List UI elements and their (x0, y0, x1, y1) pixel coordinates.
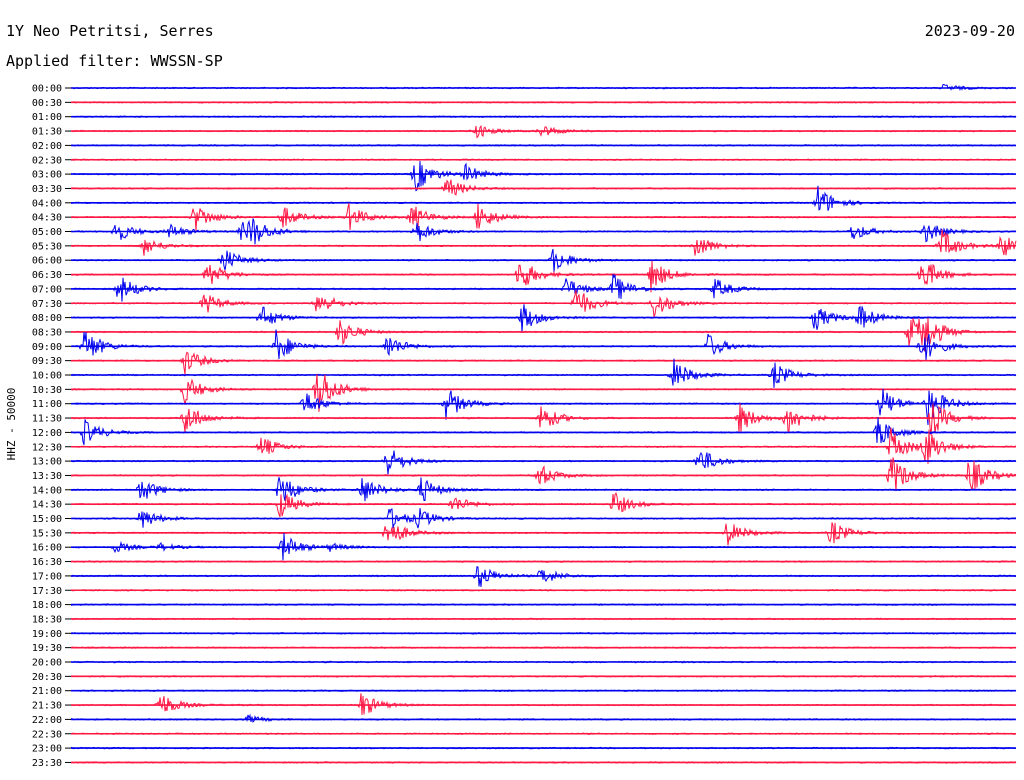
trace-line-0900 (71, 329, 1017, 361)
trace-line-0530 (70, 229, 1017, 256)
row-time-label: 15:00 (32, 514, 62, 525)
row-time-label: 20:30 (32, 672, 62, 683)
trace-line-1200 (70, 417, 1017, 446)
row-time-label: 09:30 (32, 356, 62, 367)
row-time-label: 10:00 (32, 371, 62, 382)
filter-label: Applied filter: WWSSN-SP (6, 52, 223, 70)
row-time-label: 05:30 (32, 241, 62, 252)
row-time-label: 20:00 (32, 658, 62, 669)
row-time-label: 04:00 (32, 198, 62, 209)
row-time-label: 14:30 (32, 500, 62, 511)
record-date: 2023-09-20 (925, 22, 1015, 40)
trace-line-2200 (70, 713, 1016, 723)
row-time-label: 10:30 (32, 385, 62, 396)
row-time-label: 16:00 (32, 543, 62, 554)
row-time-label: 00:00 (32, 84, 62, 95)
row-time-label: 01:00 (32, 112, 62, 123)
row-time-label: 01:30 (32, 127, 62, 138)
trace-line-2130 (70, 693, 1017, 716)
row-time-label: 22:00 (32, 715, 62, 726)
row-time-label: 22:30 (32, 729, 62, 740)
row-time-label: 12:00 (32, 428, 62, 439)
row-time-label: 08:00 (32, 313, 62, 324)
trace-line-1530 (70, 522, 1017, 546)
row-time-label: 02:00 (32, 141, 62, 152)
trace-line-0300 (70, 160, 1017, 192)
helicorder-chart: 1Y Neo Petritsi, Serres 2023-09-20 Appli… (5, 22, 1017, 769)
row-time-label: 18:00 (32, 600, 62, 611)
row-time-label: 06:30 (32, 270, 62, 281)
y-axis-title: HHZ - 50000 (5, 388, 18, 461)
trace-line-1030 (70, 374, 1017, 412)
row-time-label: 19:00 (32, 629, 62, 640)
trace-line-1330 (70, 457, 1017, 492)
row-time-label: 00:30 (32, 98, 62, 109)
row-time-label: 05:00 (32, 227, 62, 238)
row-time-label: 02:30 (32, 155, 62, 166)
row-time-label: 03:00 (32, 170, 62, 181)
row-time-label: 17:30 (32, 586, 62, 597)
row-time-label: 13:30 (32, 471, 62, 482)
trace-line-0800 (70, 304, 1017, 333)
row-time-label: 09:00 (32, 342, 62, 353)
row-time-label: 11:30 (32, 414, 62, 425)
row-time-label: 17:00 (32, 571, 62, 582)
row-time-label: 16:30 (32, 557, 62, 568)
row-time-label: 11:00 (32, 399, 62, 410)
row-time-label: 04:30 (32, 213, 62, 224)
station-title: 1Y Neo Petritsi, Serres (6, 22, 214, 40)
row-time-label: 21:00 (32, 686, 62, 697)
trace-line-0400 (71, 185, 1017, 211)
row-time-label: 18:30 (32, 614, 62, 625)
row-time-label: 23:00 (32, 744, 62, 755)
row-time-label: 13:00 (32, 457, 62, 468)
row-time-label: 15:30 (32, 528, 62, 539)
row-time-label: 06:00 (32, 256, 62, 267)
row-time-label: 14:00 (32, 485, 62, 496)
row-time-label: 07:30 (32, 299, 62, 310)
trace-line-0630 (70, 260, 1017, 293)
trace-line-1700 (70, 565, 1017, 588)
row-time-label: 23:30 (32, 758, 62, 769)
trace-line-1300 (70, 450, 1017, 475)
row-time-label: 12:30 (32, 442, 62, 453)
row-time-label: 21:30 (32, 701, 62, 712)
row-time-label: 07:00 (32, 284, 62, 295)
row-time-label: 08:30 (32, 327, 62, 338)
trace-line-0330 (70, 179, 1017, 196)
trace-line-1430 (70, 492, 1017, 518)
tick-label-group: 00:00 00:30 01:00 01:30 02:00 02:30 03:00 03:30… (32, 84, 71, 769)
trace-line-0930 (70, 351, 1017, 375)
row-time-label: 03:30 (32, 184, 62, 195)
row-time-label: 19:30 (32, 643, 62, 654)
trace-group (70, 83, 1017, 764)
